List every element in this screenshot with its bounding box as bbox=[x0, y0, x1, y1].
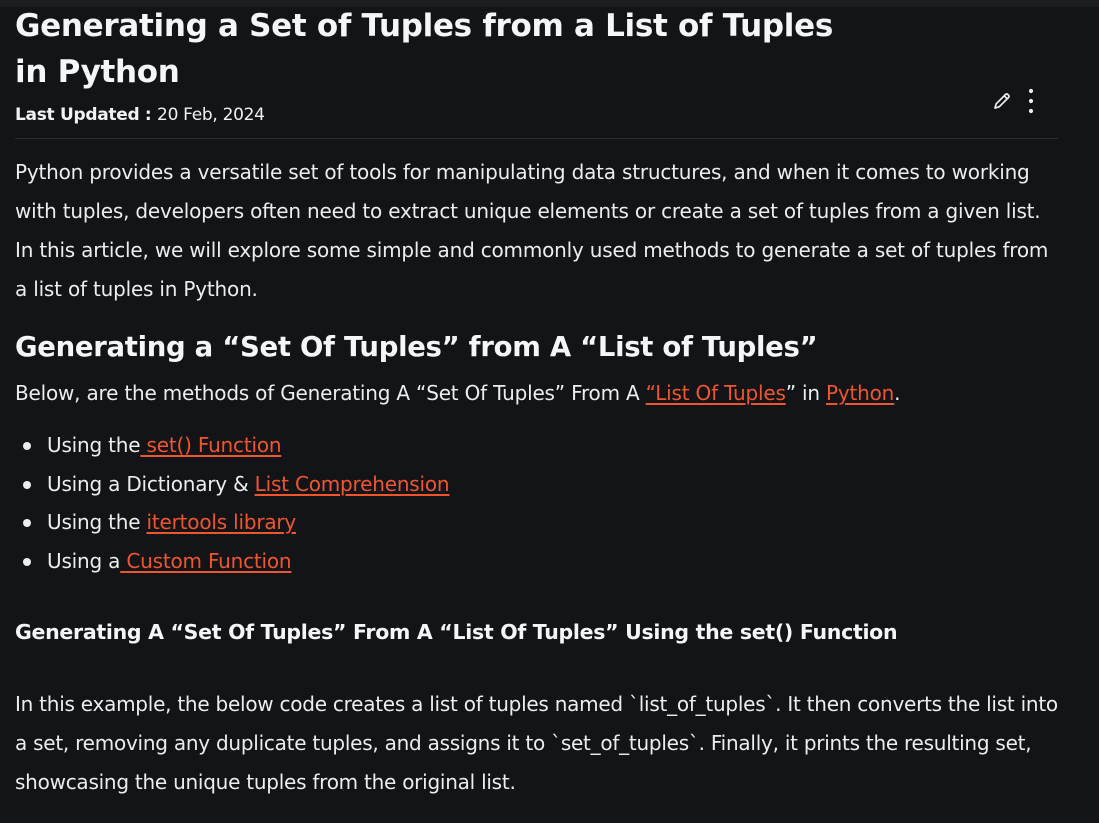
custom-function-link[interactable]: Custom Function bbox=[120, 549, 291, 573]
methods-intro-end: . bbox=[894, 381, 901, 405]
list-item-text: Using the bbox=[47, 510, 147, 534]
article-title: Generating a Set of Tuples from a List o… bbox=[15, 8, 834, 90]
list-item: Using a Custom Function bbox=[20, 544, 449, 583]
last-updated-date: 20 Feb, 2024 bbox=[157, 105, 265, 125]
last-updated-label: Last Updated : bbox=[15, 105, 158, 125]
header-divider bbox=[15, 138, 1058, 139]
methods-intro: Below, are the methods of Generating A “… bbox=[15, 376, 901, 410]
subsection-heading: Generating A “Set Of Tuples” From A “Lis… bbox=[15, 620, 898, 644]
list-item: Using the itertools library bbox=[20, 505, 449, 544]
list-item-text: Using a bbox=[47, 548, 121, 573]
example-paragraph: In this example, the below code creates … bbox=[15, 692, 1058, 794]
methods-list: Using the set() Function Using a Diction… bbox=[20, 428, 450, 583]
list-comprehension-link[interactable]: List Comprehension bbox=[255, 472, 450, 496]
intro-paragraph: Python provides a versatile set of tools… bbox=[15, 160, 1049, 301]
list-item: Using the set() Function bbox=[20, 428, 449, 467]
pencil-icon[interactable] bbox=[992, 91, 1012, 111]
python-link[interactable]: Python bbox=[826, 381, 894, 405]
list-item: Using a Dictionary & List Comprehension bbox=[20, 467, 450, 506]
methods-intro-text: Below, are the methods of Generating A “… bbox=[15, 381, 646, 405]
article-actions bbox=[992, 88, 1034, 114]
methods-intro-middle: ” in bbox=[785, 381, 827, 405]
list-item-text: Using a Dictionary & bbox=[47, 471, 255, 496]
list-of-tuples-link[interactable]: “List Of Tuples bbox=[646, 381, 786, 405]
more-vertical-icon[interactable] bbox=[1028, 88, 1034, 114]
section-heading: Generating a “Set Of Tuples” from A “Lis… bbox=[15, 331, 818, 363]
itertools-library-link[interactable]: itertools library bbox=[147, 510, 297, 534]
set-function-link[interactable]: set() Function bbox=[140, 433, 282, 457]
list-item-text: Using the bbox=[47, 433, 141, 457]
last-updated: Last Updated : 20 Feb, 2024 bbox=[15, 105, 265, 125]
